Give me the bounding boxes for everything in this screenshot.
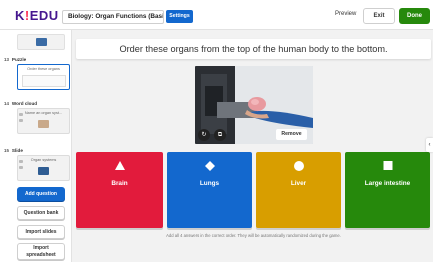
quiz-title-field[interactable]: Biology: Organ Functions (Basic) — [62, 10, 164, 24]
mini-icon — [19, 166, 23, 169]
done-button[interactable]: Done — [399, 8, 430, 24]
slide-card[interactable]: Organ systems — [17, 155, 70, 181]
import-spreadsheet-label-line1: Import — [33, 245, 49, 251]
slide-card-text: Organ systems — [30, 158, 57, 162]
mini-icon — [19, 113, 23, 116]
answers-grid: Brain Lungs Liver Large intestine — [76, 152, 431, 228]
mini-icon — [19, 119, 23, 122]
slide-sidebar: 13 Puzzle Order these organs 14 Word clo… — [0, 30, 72, 262]
sidebar-item-header: 13 Puzzle — [4, 56, 70, 64]
slide-mini-icons — [19, 113, 23, 122]
sidebar-item-puzzle[interactable]: 13 Puzzle Order these organs — [4, 56, 70, 90]
answer-3[interactable]: Liver — [256, 152, 341, 228]
question-text-field[interactable]: Order these organs from the top of the h… — [76, 39, 431, 59]
logo-k: K — [15, 8, 25, 23]
slide-mini-icons — [19, 160, 23, 169]
slide-thumbnail-previous[interactable] — [17, 34, 65, 50]
import-slides-button[interactable]: Import slides — [17, 225, 65, 239]
question-bank-button[interactable]: Question bank — [17, 206, 65, 220]
answer-2-label: Lungs — [199, 180, 220, 187]
preview-button[interactable]: Preview — [335, 11, 356, 17]
slide-type: Slide — [11, 148, 23, 153]
question-media[interactable]: ↻ ⧉ Remove — [195, 66, 313, 144]
puzzle-answer-preview — [22, 75, 66, 87]
sidebar-item-word-cloud[interactable]: 14 Word cloud Name an organ syst... — [4, 100, 70, 134]
app-logo[interactable]: K!EDU — [15, 8, 59, 23]
remove-media-button[interactable]: Remove — [276, 129, 307, 140]
circle-icon — [293, 161, 304, 171]
import-spreadsheet-button[interactable]: Import spreadsheet — [17, 243, 65, 260]
slide-card[interactable]: Order these organs — [17, 64, 70, 90]
exit-button[interactable]: Exit — [363, 8, 395, 24]
slide-number: 13 — [4, 57, 9, 62]
answer-4-label: Large intestine — [364, 180, 411, 187]
logo-rest: EDU — [29, 8, 59, 23]
square-icon — [383, 161, 392, 170]
answer-4[interactable]: Large intestine — [345, 152, 430, 228]
thumbnail-image — [38, 167, 49, 175]
rotate-icon[interactable]: ↻ — [198, 129, 210, 141]
top-bar: K!EDU Biology: Organ Functions (Basic) S… — [0, 0, 433, 30]
slide-card-text: Order these organs — [27, 67, 60, 71]
settings-button[interactable]: Settings — [166, 10, 193, 23]
answer-2[interactable]: Lungs — [167, 152, 252, 228]
slide-type: Puzzle — [11, 57, 27, 62]
answer-3-label: Liver — [290, 180, 307, 187]
mini-icon — [19, 160, 23, 163]
sidebar-item-header: 15 Slide — [4, 147, 70, 155]
answer-1-label: Brain — [111, 180, 128, 187]
answers-hint: Add all 4 answers in the correct order. … — [166, 233, 341, 238]
sidebar-item-header: 14 Word cloud — [4, 100, 70, 108]
import-spreadsheet-label-line2: spreadsheet — [26, 252, 56, 258]
editor-root: K!EDU Biology: Organ Functions (Basic) S… — [0, 0, 433, 262]
diamond-icon — [204, 161, 215, 171]
slide-card[interactable]: Name an organ syst... — [17, 108, 70, 134]
crop-icon[interactable]: ⧉ — [214, 129, 226, 141]
answer-1[interactable]: Brain — [76, 152, 163, 228]
add-question-button[interactable]: Add question — [17, 187, 65, 201]
chevron-left-icon: ‹ — [428, 142, 431, 148]
triangle-icon — [114, 161, 125, 170]
slide-number: 15 — [4, 148, 9, 153]
slide-number: 14 — [4, 101, 9, 106]
thumbnail-image — [36, 38, 47, 46]
collapse-panel-button[interactable]: ‹ — [426, 138, 433, 152]
sidebar-item-slide[interactable]: 15 Slide Organ systems — [4, 147, 70, 181]
slide-type: Word cloud — [11, 101, 38, 106]
slide-card-text: Name an organ syst... — [24, 111, 63, 115]
thumbnail-image — [38, 120, 49, 128]
